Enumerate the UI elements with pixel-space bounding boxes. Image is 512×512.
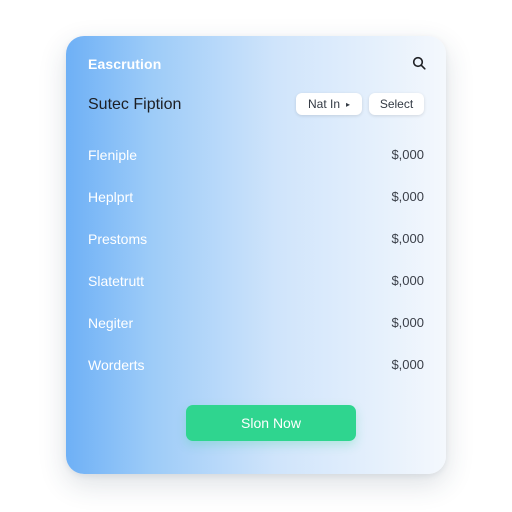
list-item[interactable]: Heplprt $,000 (88, 186, 424, 228)
list-item[interactable]: Negiter $,000 (88, 312, 424, 354)
sign-up-button[interactable]: Slon Now (186, 405, 356, 441)
list-item[interactable]: Worderts $,000 (88, 354, 424, 396)
item-price: $,000 (391, 273, 424, 288)
item-price: $,000 (391, 357, 424, 372)
item-label: Slatetrutt (88, 273, 145, 289)
net-in-dropdown[interactable]: Nat In ▸ (296, 93, 362, 115)
item-label: Negiter (88, 315, 134, 331)
item-price: $,000 (391, 147, 424, 162)
section-title: Sutec Fiption (88, 96, 182, 113)
item-label: Heplprt (88, 189, 134, 205)
item-price: $,000 (391, 189, 424, 204)
list-item[interactable]: Prestoms $,000 (88, 228, 424, 270)
item-price: $,000 (391, 231, 424, 246)
select-button[interactable]: Select (369, 93, 424, 115)
item-price: $,000 (391, 315, 424, 330)
app-brand: Eascrution (88, 56, 162, 72)
search-icon (412, 56, 426, 70)
chevron-right-icon: ▸ (346, 99, 351, 109)
item-list: Fleniple $,000 Heplprt $,000 Prestoms $,… (88, 144, 424, 396)
item-label: Worderts (88, 357, 145, 373)
select-label: Select (379, 97, 414, 111)
list-item[interactable]: Fleniple $,000 (88, 144, 424, 186)
subscription-card: Eascrution Sutec Fiption Nat In ▸ Select… (66, 36, 446, 474)
item-label: Fleniple (88, 147, 138, 163)
item-label: Prestoms (88, 231, 148, 247)
list-item[interactable]: Slatetrutt $,000 (88, 270, 424, 312)
net-in-label: Nat In (307, 97, 340, 111)
search-button[interactable] (410, 54, 428, 72)
